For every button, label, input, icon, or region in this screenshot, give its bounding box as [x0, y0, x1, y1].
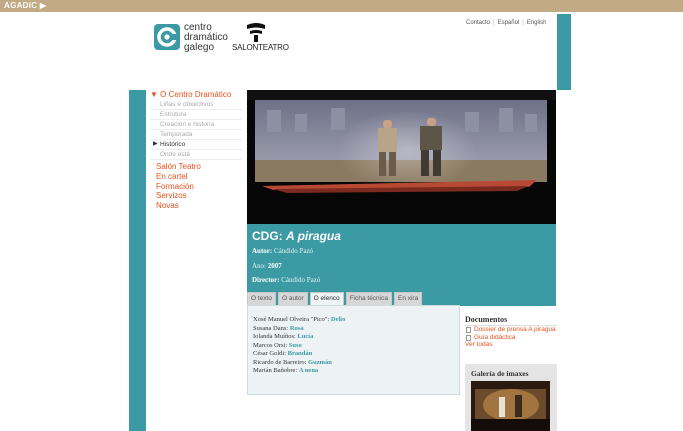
gallery-thumbnail[interactable]: [471, 381, 550, 431]
document-icon: [466, 327, 471, 333]
nav-centro-dramatico[interactable]: ▼ O Centro Dramático: [150, 90, 242, 100]
cast-row: Marcos Orsi: Suso: [253, 342, 454, 351]
cast-role-link[interactable]: Delio: [331, 316, 345, 323]
stage-photo-image: [247, 90, 556, 224]
nav-sub-historico-label: Histórico: [160, 141, 186, 148]
nav-novas[interactable]: Novas: [150, 201, 242, 211]
nav-sub-historico[interactable]: ▶ Histórico: [150, 140, 242, 150]
tab-en-xira[interactable]: En xira: [393, 292, 423, 305]
cast-row: Marián Bañobre: A nena: [253, 367, 454, 376]
agadic-top-bar: AGADIC ▶: [0, 0, 683, 12]
cast-actor: César Goldi:: [253, 350, 287, 357]
nav-sub-linas[interactable]: Liñas e obxectivos: [150, 100, 242, 110]
doc-link-dossier[interactable]: Dossier de prensa A piragua: [465, 326, 557, 334]
title-prefix: CDG:: [252, 229, 283, 243]
salonteatro-mark-icon: [247, 23, 265, 42]
cast-role-link[interactable]: Suso: [289, 342, 302, 349]
nav-sub-temporada[interactable]: Temporada: [150, 130, 242, 140]
author-value: Cándido Pazó: [273, 247, 314, 255]
doc-label: Guía didáctica: [474, 333, 516, 341]
cast-row: Ricardo de Barreiro: Guzmán: [253, 359, 454, 368]
author-row: Autor: Cándido Pazó: [252, 247, 313, 255]
cast-actor: Xosé Manuel Olveira "Pico":: [253, 316, 330, 323]
cast-actor: Marián Bañobre:: [253, 367, 298, 374]
director-label: Director:: [252, 276, 280, 284]
documents-panel: Documentos Dossier de prensa A piragua G…: [465, 315, 557, 349]
year-row: Ano: 2007: [252, 262, 282, 270]
director-row: Director: Cándido Pazó: [252, 276, 320, 284]
nav-sub-estrutura[interactable]: Estrutura: [150, 110, 242, 120]
cast-panel: Xosé Manuel Olveira "Pico": Delio Susana…: [247, 305, 460, 395]
production-tabs: O texto O autor O elenco Ficha técnica E…: [247, 292, 424, 305]
english-link[interactable]: English: [527, 20, 547, 26]
nav-sub-onde[interactable]: Onde está: [150, 150, 242, 160]
document-icon: [466, 334, 471, 341]
cast-role-link[interactable]: Brandán: [288, 350, 313, 357]
production-photo: [247, 90, 556, 224]
cast-actor: Ricardo de Barreiro:: [253, 358, 307, 366]
tab-o-autor[interactable]: O autor: [277, 292, 308, 305]
title-name: A piragua: [286, 229, 341, 243]
cast-actor: Iolanda Muíños:: [253, 333, 296, 340]
cast-actor: Marcos Orsi:: [253, 341, 288, 349]
nav-en-cartel[interactable]: En cartel: [150, 172, 242, 182]
year-value: 2007: [267, 262, 282, 270]
cdg-logo-text[interactable]: centro dramático galego: [184, 23, 228, 53]
cast-role-link[interactable]: A nena: [299, 367, 318, 374]
header-accent-bar: [557, 14, 571, 90]
gallery-image: [471, 381, 550, 431]
director-value: Cándido Pazó: [281, 276, 321, 284]
sidebar-accent-bar: [129, 90, 146, 431]
cast-row: Iolanda Muíños: Lucía: [253, 333, 454, 342]
logo-line-3: galego: [184, 42, 215, 53]
see-all-docs-link[interactable]: Ver todas: [465, 341, 557, 349]
tab-o-elenco[interactable]: O elenco: [309, 292, 344, 305]
salonteatro-logo[interactable]: SALONTEATRO: [232, 22, 289, 56]
language-links: Contacto | Español | English: [466, 20, 547, 26]
nav-salon-teatro[interactable]: Salón Teatro: [150, 162, 242, 172]
production-title: CDG: A piragua: [252, 229, 341, 243]
doc-label: Dossier de prensa A piragua: [474, 326, 556, 333]
doc-link-guia[interactable]: Guía didáctica: [465, 334, 557, 342]
cast-role-link[interactable]: Guzmán: [308, 359, 332, 366]
documents-heading: Documentos: [465, 315, 557, 326]
tab-o-texto[interactable]: O texto: [247, 292, 276, 305]
nav-servizos[interactable]: Servizos: [150, 191, 242, 201]
nav-sub-creacion[interactable]: Creación e historia: [150, 120, 242, 130]
cast-role-link[interactable]: Rosa: [290, 325, 304, 332]
agadic-link[interactable]: AGADIC ▶: [4, 1, 46, 10]
year-label: Ano:: [252, 262, 266, 270]
contact-link[interactable]: Contacto: [466, 20, 490, 26]
nav-formacion[interactable]: Formación: [150, 182, 242, 192]
cast-row: Susana Dans: Rosa: [253, 325, 454, 334]
spanish-link[interactable]: Español: [498, 20, 520, 26]
cast-role-link[interactable]: Lucía: [297, 333, 313, 340]
author-label: Autor:: [252, 247, 273, 255]
cast-actor: Susana Dans:: [253, 324, 289, 332]
gallery-panel: Galería de imaxes: [465, 364, 557, 431]
cdg-logo-icon[interactable]: [154, 24, 180, 50]
cast-row: César Goldi: Brandán: [253, 350, 454, 359]
gallery-heading: Galería de imaxes: [471, 369, 529, 378]
sidebar-nav: ▼ O Centro Dramático Liñas e obxectivos …: [150, 90, 242, 211]
tab-ficha-tecnica[interactable]: Ficha técnica: [345, 292, 392, 305]
salonteatro-wordmark: SALONTEATRO: [232, 43, 289, 52]
cast-row: Xosé Manuel Olveira "Pico": Delio: [253, 316, 454, 325]
active-arrow-icon: ▶: [153, 141, 158, 147]
